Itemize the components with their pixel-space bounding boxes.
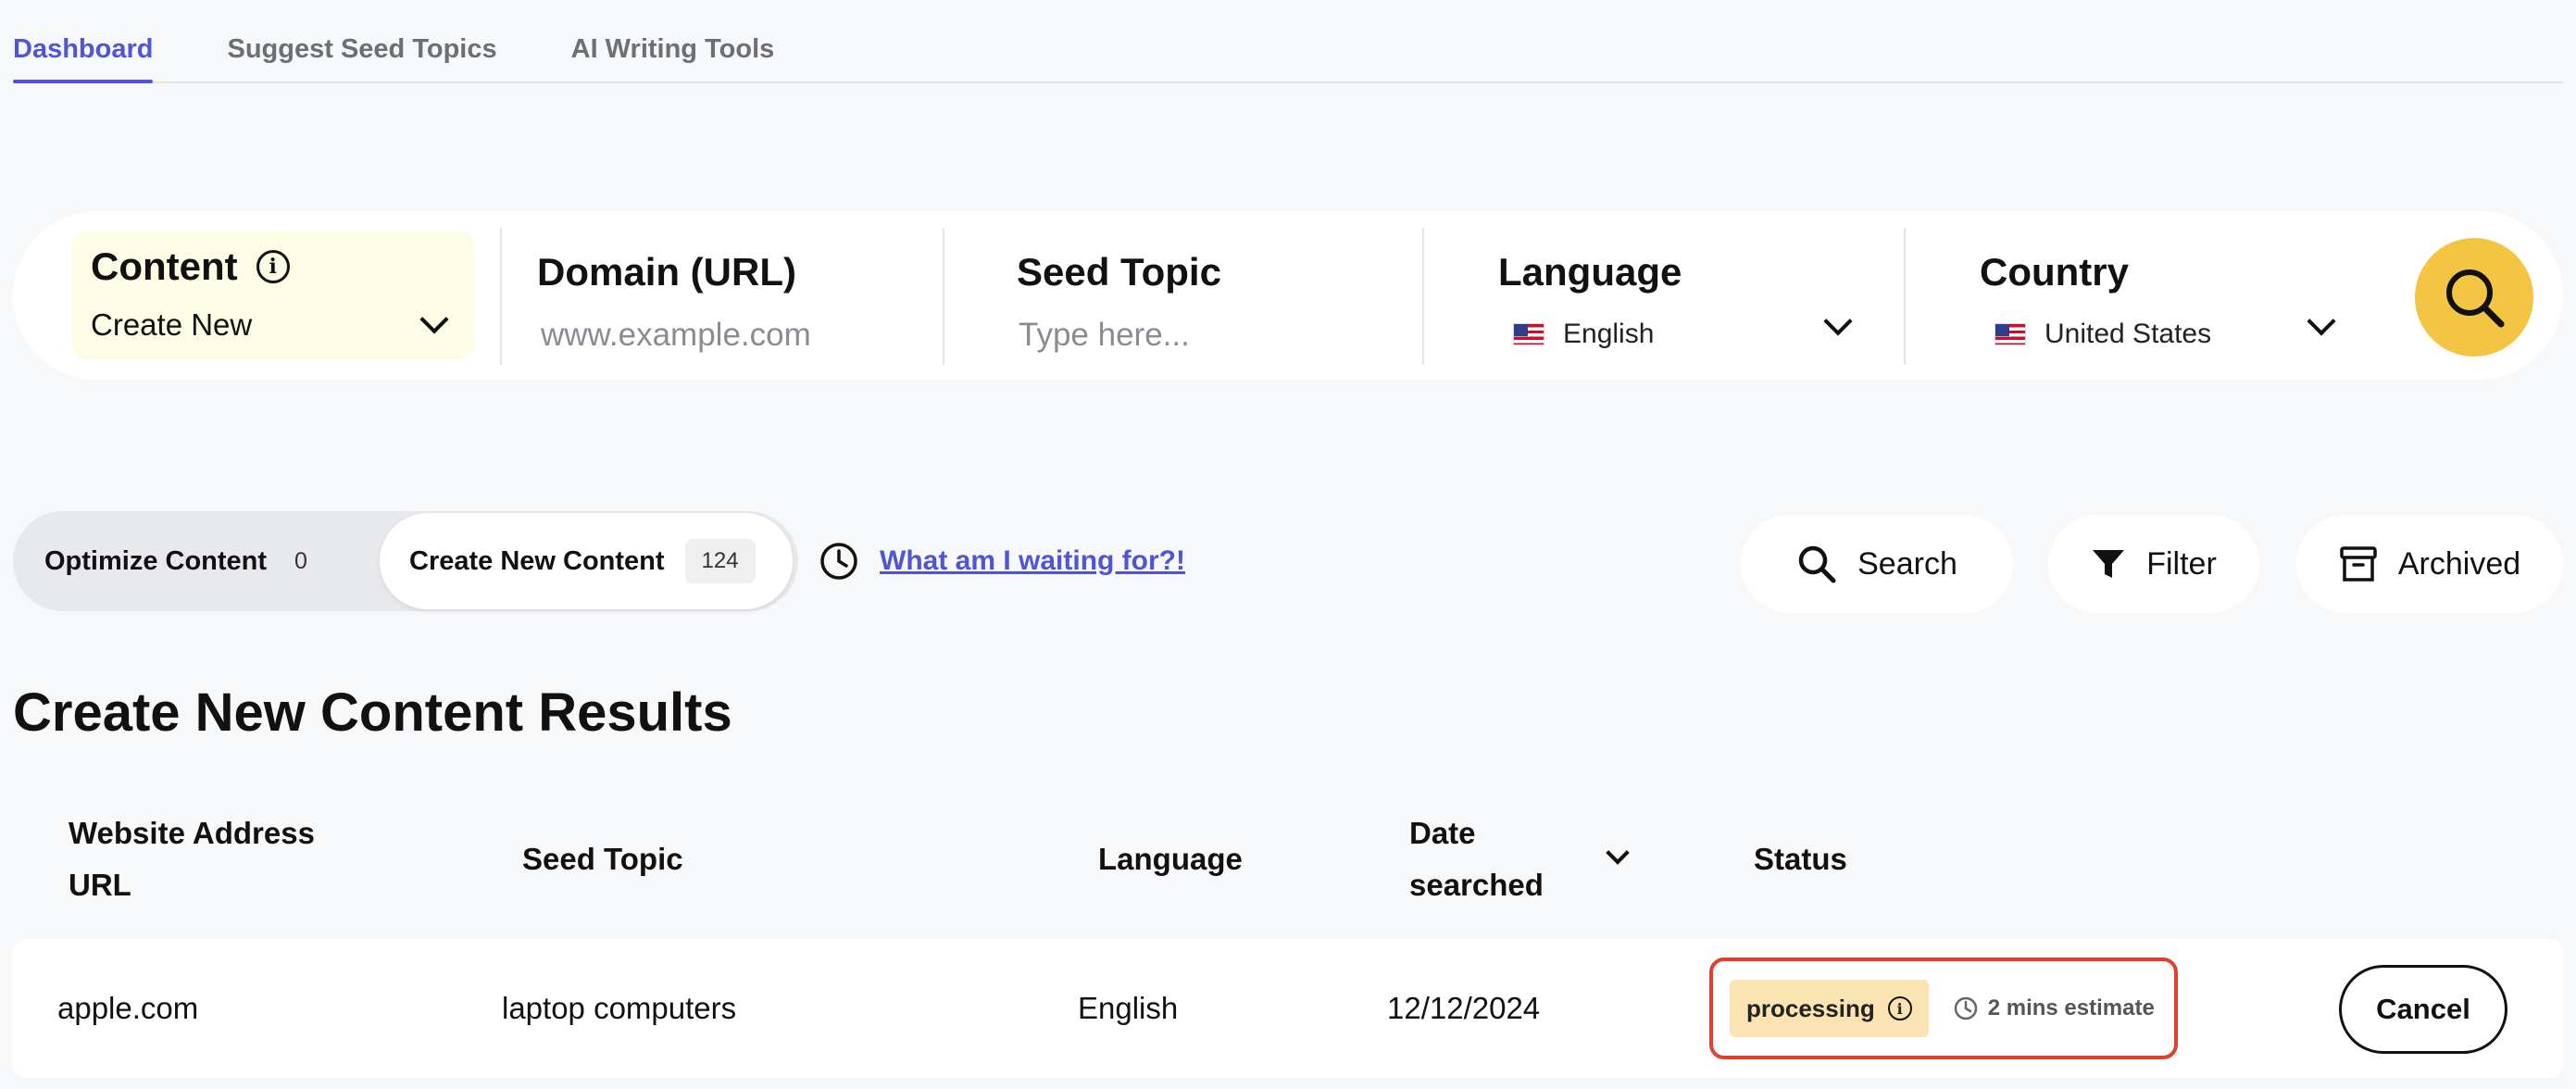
waiting-help: What am I waiting for?! [819,539,1185,583]
cell-language: English [1078,991,1179,1025]
search-icon [2446,269,2505,328]
divider [500,228,502,365]
tab-ai-writing-tools[interactable]: AI Writing Tools [571,34,775,81]
results-title: Create New Content Results [13,682,732,743]
archive-icon [2340,546,2377,582]
content-select-value: Create New [91,307,253,342]
language-select[interactable]: English [1513,307,1869,350]
info-icon[interactable]: i [256,250,290,283]
content-select[interactable]: Create New [91,305,456,343]
status-cell: processing i 2 mins estimate [1709,958,2178,1059]
domain-field: Domain (URL) [537,232,954,359]
us-flag-icon [1513,323,1544,345]
segment-create-new-content[interactable]: Create New Content 124 [380,513,793,609]
column-header-language: Language [1098,842,1243,876]
clock-icon [1954,996,1977,1020]
segment-optimize-content[interactable]: Optimize Content 0 [44,511,307,611]
content-type-segment: Optimize Content 0 Create New Content 12… [13,511,798,611]
seed-topic-field: Seed Topic [1017,232,1406,359]
divider [1904,228,1906,365]
column-header-seed-topic: Seed Topic [522,842,683,876]
country-field: Country United States [1980,232,2352,359]
divider [943,228,944,365]
cancel-button[interactable]: Cancel [2339,965,2507,1054]
search-icon [1798,545,1836,583]
content-field[interactable]: Content i Create New [72,232,474,359]
language-label: Language [1498,250,1682,294]
domain-label: Domain (URL) [537,250,796,294]
chevron-down-icon [1823,307,1853,336]
seed-topic-input[interactable] [1019,317,1389,354]
language-select-value: English [1563,319,1655,349]
optimize-count: 0 [294,547,307,574]
column-header-status: Status [1754,842,1847,876]
info-icon[interactable]: i [1887,996,1912,1020]
clock-icon [820,543,857,580]
waiting-link[interactable]: What am I waiting for?! [880,545,1185,577]
column-header-url: Website Address URL [69,816,315,902]
search-submit-button[interactable] [2415,238,2533,357]
column-header-date-searched[interactable]: Date searched [1409,807,1576,911]
top-tabs: Dashboard Suggest Seed Topics AI Writing… [13,0,2563,83]
cell-seed-topic: laptop computers [502,991,737,1025]
us-flag-icon [1995,323,2026,345]
filter-button[interactable]: Filter [2048,515,2259,613]
cell-date: 12/12/2024 [1387,991,1541,1025]
divider [1422,228,1424,365]
chevron-down-icon[interactable] [1606,841,1630,865]
search-button[interactable]: Search [1741,515,2013,613]
country-label: Country [1980,250,2129,294]
filter-icon [2093,550,2125,578]
chevron-down-icon [2307,307,2336,336]
content-label: Content i [91,244,290,289]
language-field: Language English [1498,232,1869,359]
table-row: apple.com laptop computers English 12/12… [13,939,2563,1078]
cell-url: apple.com [57,991,199,1025]
domain-input[interactable] [541,317,911,354]
search-bar: Content i Create New Domain (URL) Seed T… [13,211,2563,380]
country-select[interactable]: United States [1995,307,2352,350]
seed-topic-label: Seed Topic [1017,250,1221,294]
country-select-value: United States [2045,319,2212,349]
time-estimate: 2 mins estimate [1953,995,2155,1021]
tab-dashboard[interactable]: Dashboard [13,34,154,83]
create-count: 124 [684,539,756,583]
status-badge: processing i [1730,980,1929,1037]
archived-button[interactable]: Archived [2296,515,2563,613]
tab-suggest-seed-topics[interactable]: Suggest Seed Topics [227,34,496,81]
chevron-down-icon [419,305,449,334]
